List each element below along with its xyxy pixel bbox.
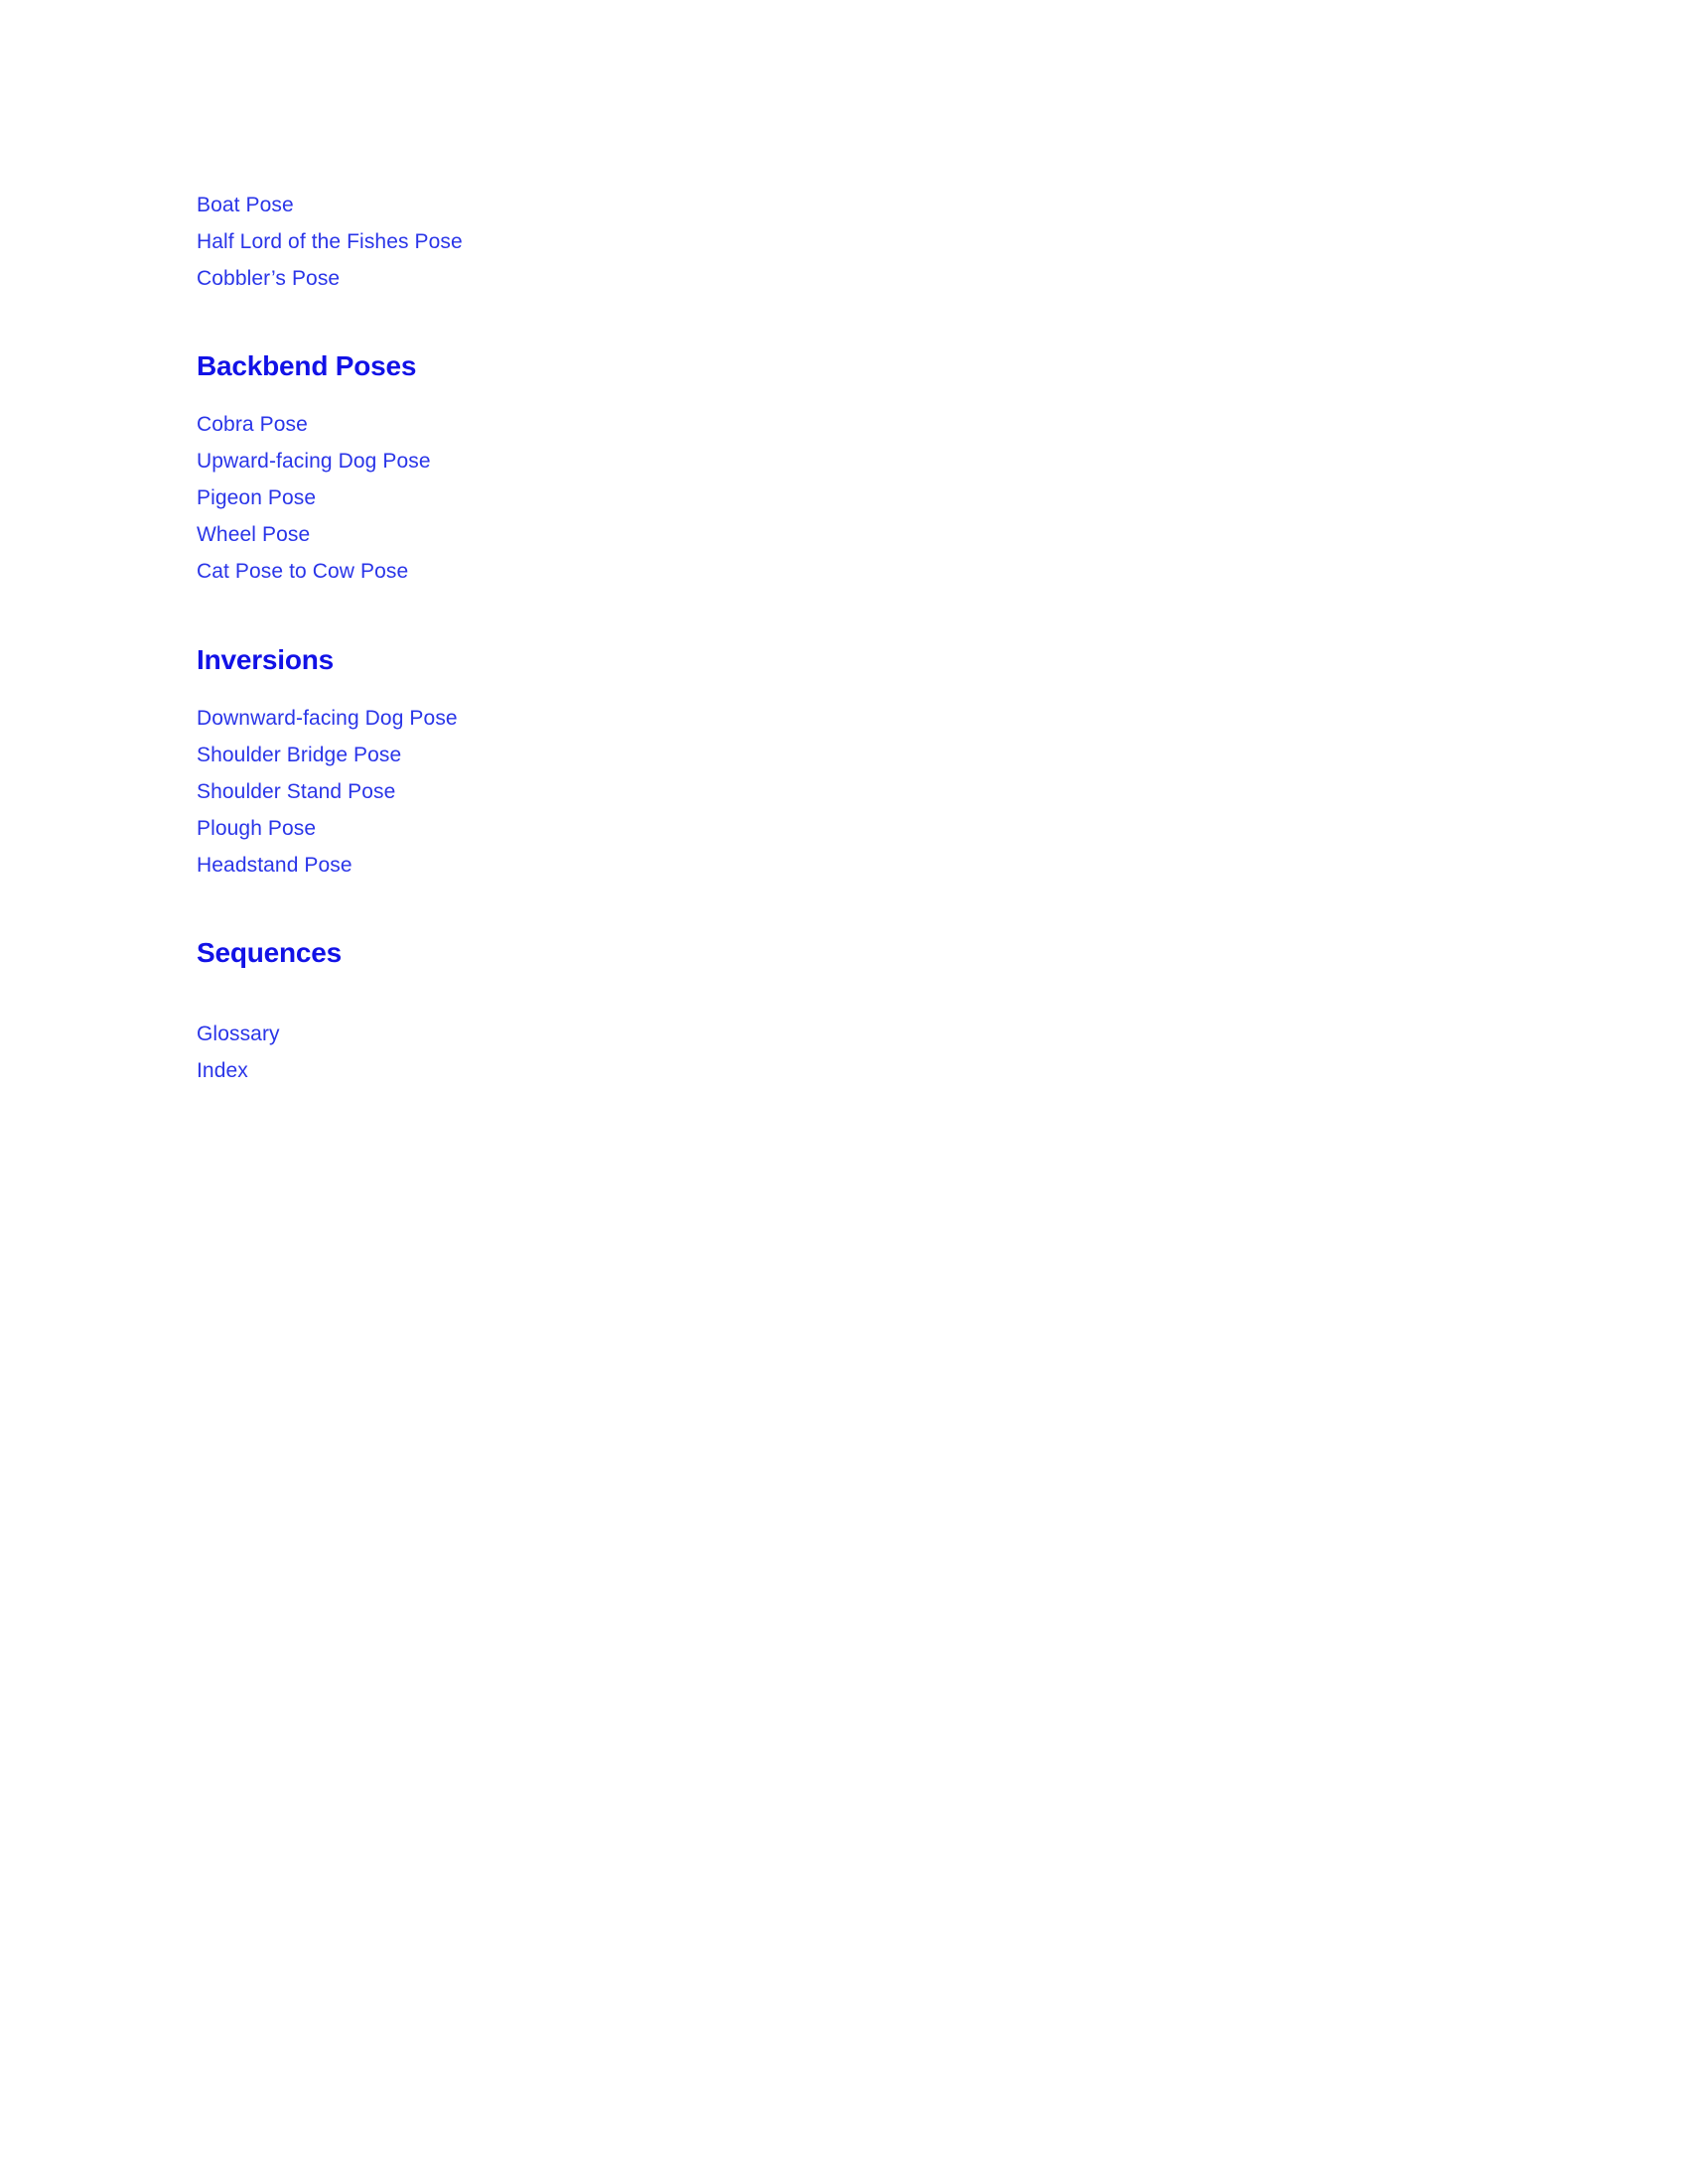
- toc-entry-boat-pose[interactable]: Boat Pose: [197, 187, 1289, 223]
- toc-entry-glossary[interactable]: Glossary: [197, 1016, 1289, 1052]
- toc-heading-inversions[interactable]: Inversions: [197, 643, 1289, 677]
- document-page: Boat Pose Half Lord of the Fishes Pose C…: [0, 0, 1688, 2184]
- toc-entry-cobblers-pose[interactable]: Cobbler’s Pose: [197, 260, 1289, 297]
- toc-group-sequences: Sequences: [197, 884, 1289, 970]
- toc-entry-shoulder-bridge-pose[interactable]: Shoulder Bridge Pose: [197, 737, 1289, 773]
- toc-group-continuation: Boat Pose Half Lord of the Fishes Pose C…: [197, 187, 1289, 297]
- toc-heading-sequences[interactable]: Sequences: [197, 936, 1289, 970]
- toc-group-backbend-poses: Backbend Poses Cobra Pose Upward-facing …: [197, 297, 1289, 590]
- toc-entry-wheel-pose[interactable]: Wheel Pose: [197, 516, 1289, 553]
- toc-group-entries: Downward-facing Dog Pose Shoulder Bridge…: [197, 700, 1289, 884]
- toc-entry-downward-facing-dog-pose[interactable]: Downward-facing Dog Pose: [197, 700, 1289, 737]
- toc-entry-half-lord-of-the-fishes-pose[interactable]: Half Lord of the Fishes Pose: [197, 223, 1289, 260]
- toc-entry-upward-facing-dog-pose[interactable]: Upward-facing Dog Pose: [197, 443, 1289, 479]
- toc-group-inversions: Inversions Downward-facing Dog Pose Shou…: [197, 590, 1289, 883]
- table-of-contents: Boat Pose Half Lord of the Fishes Pose C…: [197, 187, 1289, 1089]
- toc-entry-pigeon-pose[interactable]: Pigeon Pose: [197, 479, 1289, 516]
- toc-entry-cat-pose-to-cow-pose[interactable]: Cat Pose to Cow Pose: [197, 553, 1289, 590]
- toc-heading-backbend-poses[interactable]: Backbend Poses: [197, 349, 1289, 383]
- toc-entry-shoulder-stand-pose[interactable]: Shoulder Stand Pose: [197, 773, 1289, 810]
- toc-entry-index[interactable]: Index: [197, 1052, 1289, 1089]
- toc-group-entries: Cobra Pose Upward-facing Dog Pose Pigeon…: [197, 406, 1289, 590]
- toc-entry-cobra-pose[interactable]: Cobra Pose: [197, 406, 1289, 443]
- toc-entry-headstand-pose[interactable]: Headstand Pose: [197, 847, 1289, 884]
- toc-entry-plough-pose[interactable]: Plough Pose: [197, 810, 1289, 847]
- toc-group-back-matter: Glossary Index: [197, 993, 1289, 1089]
